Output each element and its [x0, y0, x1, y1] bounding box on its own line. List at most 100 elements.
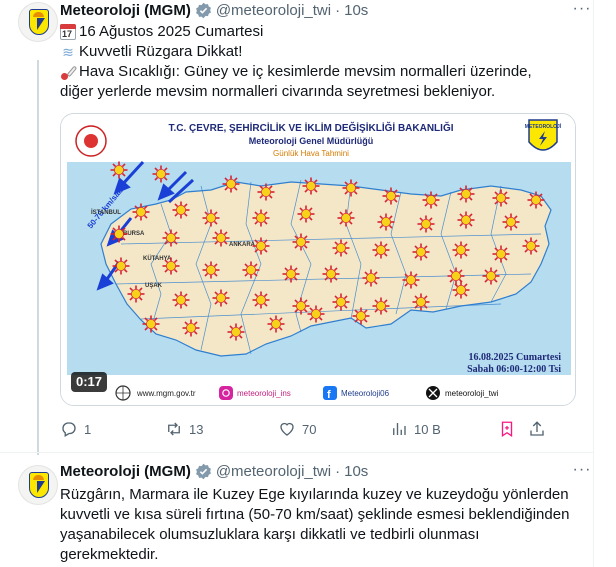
analytics-icon [393, 423, 406, 435]
more-options-icon[interactable]: ··· [572, 462, 592, 483]
thermometer-icon [60, 64, 78, 80]
sun-icon [132, 203, 150, 221]
avatar[interactable] [18, 2, 58, 42]
user-handle[interactable]: @meteoroloji_twi [216, 463, 331, 480]
avatar[interactable] [18, 465, 58, 505]
footer-x: meteoroloji_twi [445, 389, 499, 398]
video-media[interactable]: T.C. ÇEVRE, ŞEHİRCİLİK VE İKLİM DEĞİŞİKL… [60, 113, 576, 406]
tweet-line-warning: Kuvvetli Rüzgara Dikkat! [79, 43, 243, 60]
directorate-title: Meteoroloji Genel Müdürlüğü [249, 136, 374, 146]
mgm-logo-icon [29, 472, 49, 498]
sun-icon [362, 269, 380, 287]
sun-icon [162, 257, 180, 275]
sun-icon [372, 297, 390, 315]
sun-icon [182, 319, 200, 337]
thread-connector-line [37, 60, 39, 455]
display-name[interactable]: Meteoroloji (MGM) [60, 463, 191, 480]
mgm-map-logo-text: METEOROLOJİ [525, 123, 562, 130]
like-count: 70 [302, 421, 317, 437]
sun-icon [142, 315, 160, 333]
views-button[interactable]: 10 B [390, 419, 441, 439]
footer-instagram: meteoroloji_ins [237, 389, 291, 398]
tweet-line-temperature-cont: diğer yerlerde mevsim normalleri civarın… [60, 83, 496, 100]
sun-icon [110, 225, 128, 243]
share-icon [530, 421, 544, 436]
instagram-icon [219, 386, 233, 400]
sun-icon [212, 289, 230, 307]
verified-badge-icon[interactable] [195, 2, 212, 19]
sun-icon [110, 161, 128, 179]
timeline-border [593, 0, 594, 567]
svg-text:f: f [327, 389, 331, 401]
tweet-text: Rüzgârın, Marmara ile Kuzey Ege kıyıları… [60, 486, 570, 563]
timestamp[interactable]: 10s [344, 2, 368, 19]
sun-icon [302, 177, 320, 195]
sun-icon [152, 165, 170, 183]
sun-icon [457, 185, 475, 203]
sun-icon [332, 293, 350, 311]
sun-icon [112, 257, 130, 275]
like-button[interactable]: 70 [278, 419, 316, 439]
sun-icon [372, 241, 390, 259]
sun-icon [502, 213, 520, 231]
sun-icon [172, 201, 190, 219]
sun-icon [342, 179, 360, 197]
reply-button[interactable]: 1 [60, 419, 91, 439]
sun-icon [412, 243, 430, 261]
sun-icon [162, 229, 180, 247]
sun-icon [297, 205, 315, 223]
sun-icon [202, 209, 220, 227]
sun-icon [292, 233, 310, 251]
dot-separator: · [335, 462, 341, 480]
sun-icon [242, 261, 260, 279]
sun-icon [307, 305, 325, 323]
repost-icon [168, 422, 180, 436]
repost-button[interactable]: 13 [165, 419, 203, 439]
ministry-title: T.C. ÇEVRE, ŞEHİRCİLİK VE İKLİM DEĞİŞİKL… [168, 121, 453, 134]
sun-icon [412, 293, 430, 311]
tweet-actions: 1 13 70 10 B [60, 419, 576, 439]
tweet-line-temperature: Hava Sıcaklığı: Güney ve iç kesimlerde m… [79, 63, 532, 80]
tweet-header: Meteoroloji (MGM) @meteoroloji_twi · 10s [60, 461, 368, 481]
sun-icon [332, 239, 350, 257]
forecast-subtitle: Günlük Hava Tahmini [273, 149, 349, 158]
sun-icon [457, 211, 475, 229]
more-options-icon[interactable]: ··· [572, 1, 592, 22]
sun-icon [492, 189, 510, 207]
sun-icon [127, 285, 145, 303]
sun-icon [252, 291, 270, 309]
footer-website: www.mgm.gov.tr [136, 389, 196, 398]
sun-icon [227, 323, 245, 341]
share-button[interactable] [528, 419, 552, 439]
display-name[interactable]: Meteoroloji (MGM) [60, 2, 191, 19]
city-ankara: ANKARA [229, 242, 256, 248]
tweet-line-date: 16 Ağustos 2025 Cumartesi [79, 23, 264, 40]
sun-icon [527, 191, 545, 209]
city-kutahya: KÜTAHYA [143, 255, 172, 262]
sun-icon [352, 307, 370, 325]
timestamp[interactable]: 10s [344, 463, 368, 480]
reply-icon [62, 422, 76, 437]
wind-icon: ≋ [62, 44, 74, 60]
sun-icon [252, 237, 270, 255]
sun-icon [252, 209, 270, 227]
sun-icon [417, 215, 435, 233]
verified-badge-icon[interactable] [195, 463, 212, 480]
dot-separator: · [335, 1, 341, 19]
sun-icon [402, 271, 420, 289]
city-istanbul: İSTANBUL [91, 209, 121, 216]
bookmark-button[interactable] [498, 419, 522, 439]
sun-icon [447, 267, 465, 285]
video-duration: 0:17 [71, 372, 108, 392]
user-handle[interactable]: @meteoroloji_twi [216, 2, 331, 19]
weather-map: T.C. ÇEVRE, ŞEHİRCİLİK VE İKLİM DEĞİŞİKL… [61, 114, 575, 405]
sun-icon [492, 245, 510, 263]
sun-icon [212, 229, 230, 247]
bookmark-icon [501, 421, 513, 438]
calendar-icon: 17 [60, 24, 76, 40]
sun-icon [282, 265, 300, 283]
footer-facebook: Meteoroloji06 [341, 389, 390, 398]
sun-icon [452, 281, 470, 299]
sun-icon [422, 191, 440, 209]
sun-icon [482, 267, 500, 285]
